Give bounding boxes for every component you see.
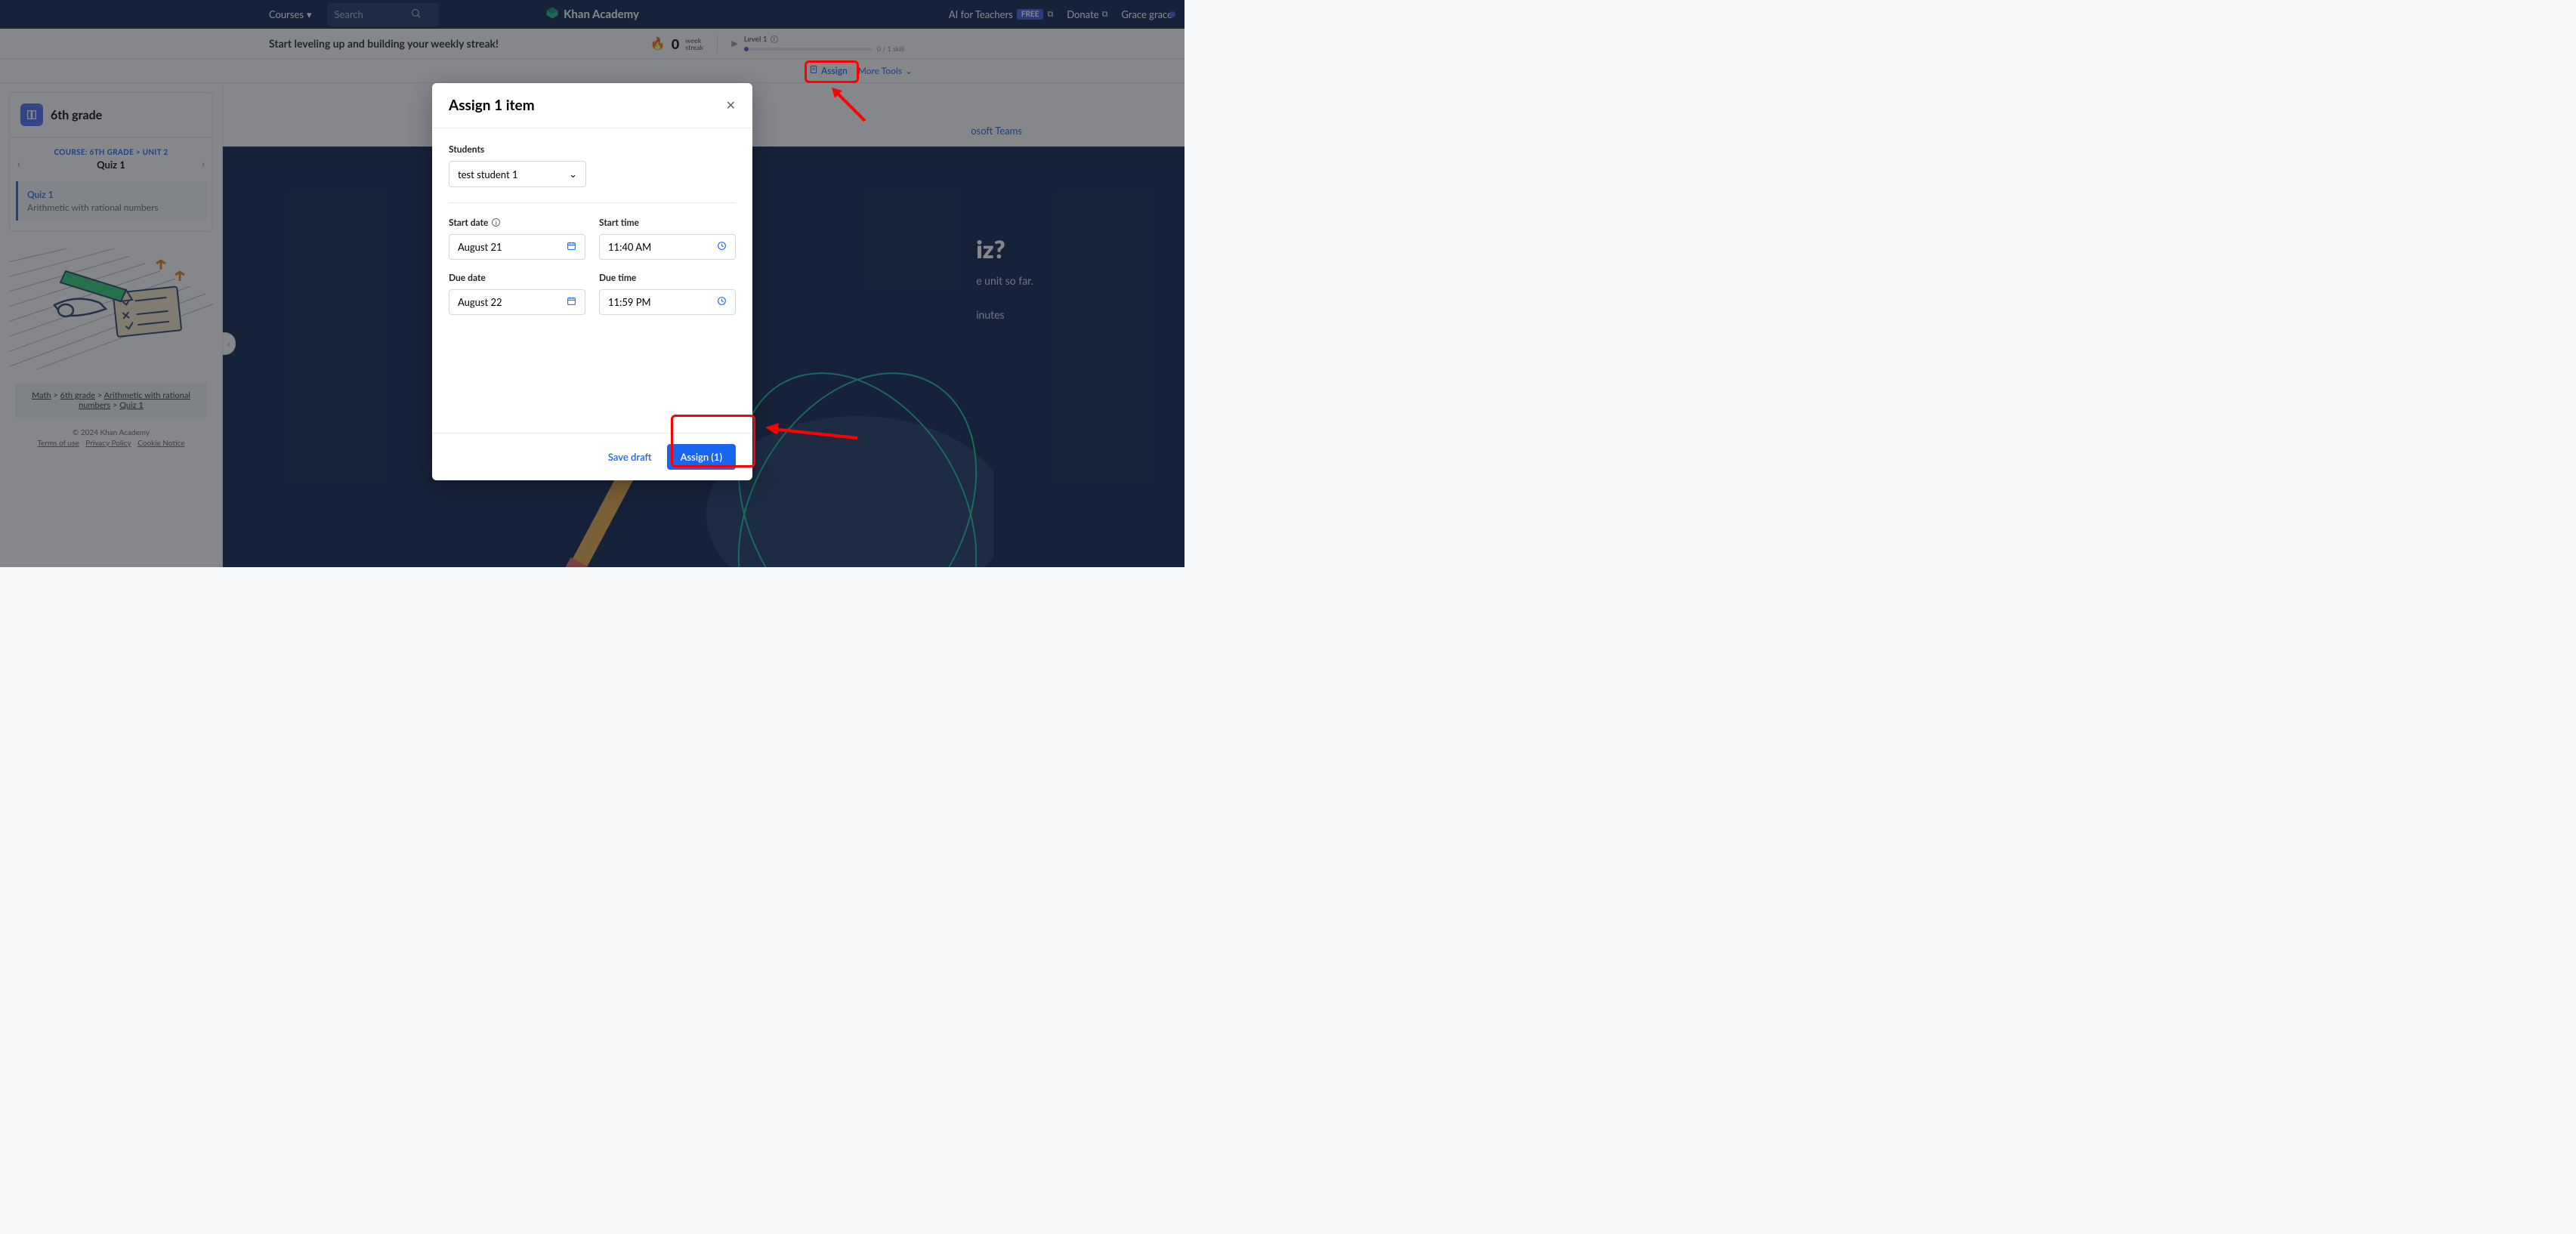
due-date-input[interactable]: August 22 bbox=[449, 289, 585, 315]
start-time-label: Start time bbox=[599, 217, 736, 228]
clock-icon bbox=[717, 296, 727, 308]
start-date-label: Start date i bbox=[449, 217, 585, 228]
due-time-value: 11:59 PM bbox=[608, 296, 651, 308]
students-value: test student 1 bbox=[458, 168, 517, 180]
info-icon[interactable]: i bbox=[492, 218, 500, 227]
students-label: Students bbox=[449, 143, 736, 155]
save-draft-button[interactable]: Save draft bbox=[608, 451, 652, 463]
due-date-value: August 22 bbox=[458, 296, 502, 308]
modal-title: Assign 1 item bbox=[449, 97, 535, 114]
divider bbox=[449, 202, 736, 203]
start-time-value: 11:40 AM bbox=[608, 241, 651, 253]
students-select[interactable]: test student 1 ⌄ bbox=[449, 161, 586, 187]
due-time-label: Due time bbox=[599, 272, 736, 283]
assign-modal: Assign 1 item ✕ Students test student 1 … bbox=[432, 83, 752, 480]
chevron-down-icon: ⌄ bbox=[569, 168, 577, 180]
calendar-icon bbox=[567, 241, 576, 253]
start-date-input[interactable]: August 21 bbox=[449, 234, 585, 260]
start-date-value: August 21 bbox=[458, 241, 502, 253]
clock-icon bbox=[717, 241, 727, 253]
close-icon[interactable]: ✕ bbox=[726, 98, 736, 113]
due-date-label: Due date bbox=[449, 272, 585, 283]
calendar-icon bbox=[567, 296, 576, 308]
assign-submit-button[interactable]: Assign (1) bbox=[667, 444, 736, 470]
due-time-input[interactable]: 11:59 PM bbox=[599, 289, 736, 315]
start-time-input[interactable]: 11:40 AM bbox=[599, 234, 736, 260]
